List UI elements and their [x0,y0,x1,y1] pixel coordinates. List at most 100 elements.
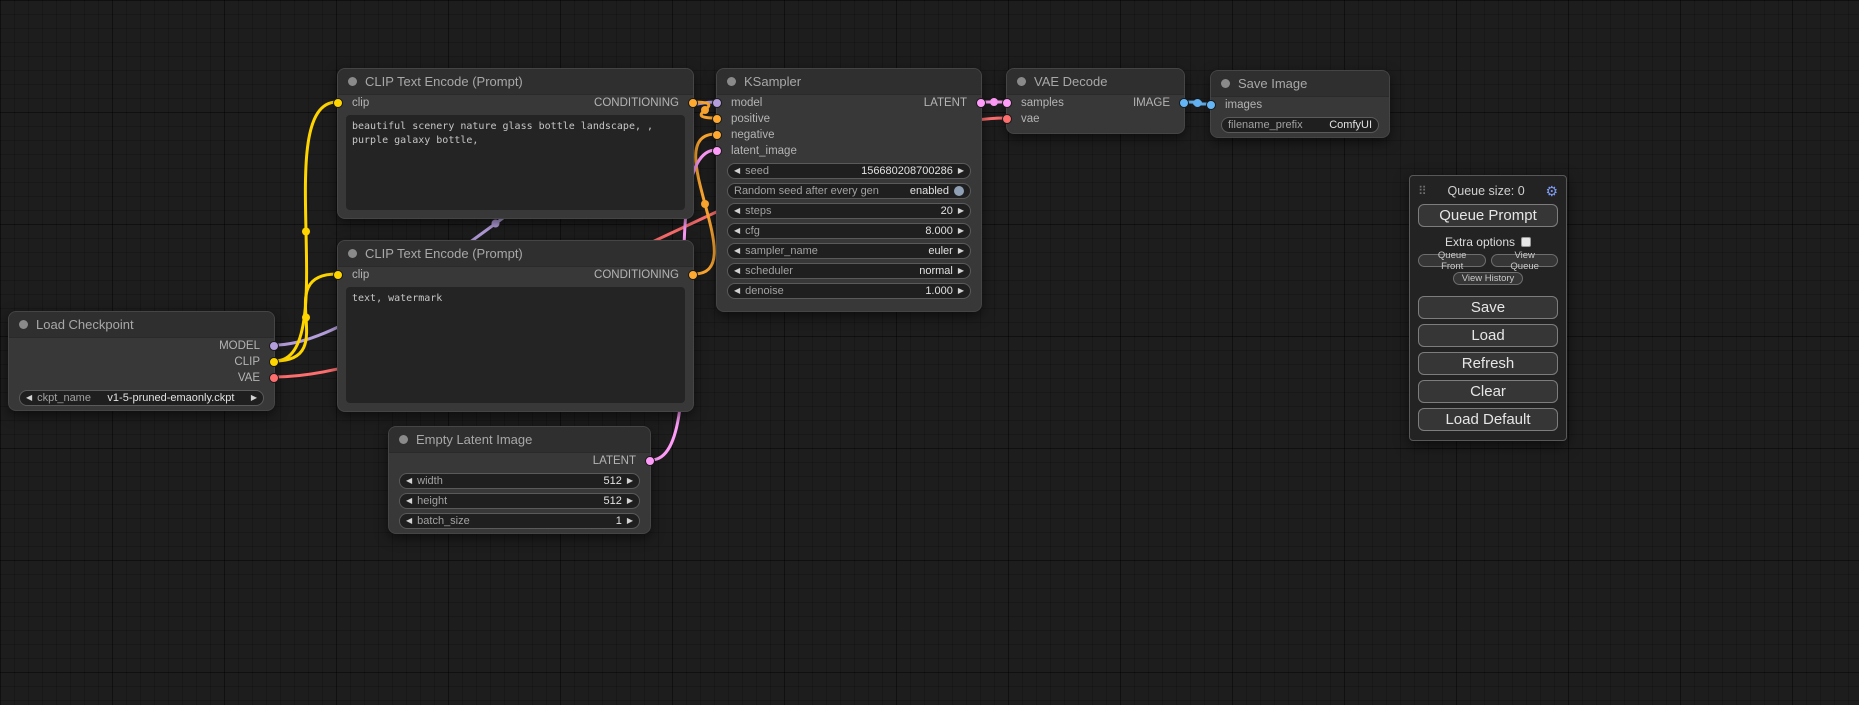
vae-input-port[interactable] [1002,114,1012,124]
input-label-clip: clip [352,269,369,281]
queue-small-buttons-row: Queue Front View Queue [1418,254,1558,267]
images-input-port[interactable] [1206,100,1216,110]
increment-arrow-icon[interactable] [958,167,964,175]
node-graph-canvas[interactable]: Load Checkpoint MODEL CLIP VAE ckpt_name… [0,0,1859,705]
model-output-port[interactable] [269,341,279,351]
refresh-button[interactable]: Refresh [1418,352,1558,375]
seed-number-widget[interactable]: seed 156680208700286 [727,163,971,179]
node-titlebar-ksampler[interactable]: KSampler [717,69,981,95]
scheduler-combo-widget[interactable]: scheduler normal [727,263,971,279]
height-number-widget[interactable]: height 512 [399,493,640,509]
node-titlebar-empty-latent[interactable]: Empty Latent Image [389,427,650,453]
queue-front-button[interactable]: Queue Front [1418,254,1486,267]
node-collapse-dot-icon[interactable] [348,249,357,258]
extra-options-checkbox[interactable] [1521,237,1531,247]
node-title: Load Checkpoint [36,317,134,332]
node-titlebar-clip-positive[interactable]: CLIP Text Encode (Prompt) [338,69,693,95]
input-label-negative: negative [731,129,774,141]
node-titlebar-save-image[interactable]: Save Image [1211,71,1389,97]
conditioning-output-port[interactable] [688,98,698,108]
width-number-widget[interactable]: width 512 [399,473,640,489]
clip-output-port[interactable] [269,357,279,367]
save-button[interactable]: Save [1418,296,1558,319]
clear-button[interactable]: Clear [1418,380,1558,403]
prev-value-arrow-icon[interactable] [26,394,32,402]
negative-prompt-textarea[interactable]: text, watermark [346,287,685,403]
decrement-arrow-icon[interactable] [406,477,412,485]
clip-input-port[interactable] [333,98,343,108]
port-row-model-latent: model LATENT [717,95,981,111]
prev-value-arrow-icon[interactable] [734,247,740,255]
widget-value: 512 [603,495,621,507]
node-titlebar-load-checkpoint[interactable]: Load Checkpoint [9,312,274,338]
input-label-samples: samples [1021,97,1064,109]
decrement-arrow-icon[interactable] [734,207,740,215]
port-row-negative: negative [717,127,981,143]
prev-value-arrow-icon[interactable] [734,267,740,275]
input-label-model: model [731,97,762,109]
view-history-button[interactable]: View History [1453,272,1524,285]
decrement-arrow-icon[interactable] [734,227,740,235]
latent-output-port[interactable] [645,456,655,466]
link-midpoint-dot [302,228,310,236]
increment-arrow-icon[interactable] [958,287,964,295]
increment-arrow-icon[interactable] [958,207,964,215]
samples-input-port[interactable] [1002,98,1012,108]
node-collapse-dot-icon[interactable] [348,77,357,86]
node-collapse-dot-icon[interactable] [1017,77,1026,86]
latent-output-port[interactable] [976,98,986,108]
increment-arrow-icon[interactable] [627,497,633,505]
latent-image-input-port[interactable] [712,146,722,156]
toggle-knob-icon[interactable] [954,186,964,196]
output-row-latent: LATENT [389,453,650,469]
output-label-clip: CLIP [234,356,260,368]
next-value-arrow-icon[interactable] [251,394,257,402]
model-input-port[interactable] [712,98,722,108]
link-midpoint-dot [302,314,310,322]
decrement-arrow-icon[interactable] [406,497,412,505]
filename-prefix-text-widget[interactable]: filename_prefix ComfyUI [1221,117,1379,133]
conditioning-output-port[interactable] [688,270,698,280]
node-collapse-dot-icon[interactable] [727,77,736,86]
positive-input-port[interactable] [712,114,722,124]
widget-value: 156680208700286 [861,165,953,177]
settings-gear-icon[interactable] [1545,184,1558,198]
view-queue-button[interactable]: View Queue [1491,254,1558,267]
denoise-number-widget[interactable]: denoise 1.000 [727,283,971,299]
node-collapse-dot-icon[interactable] [1221,79,1230,88]
load-default-button[interactable]: Load Default [1418,408,1558,431]
node-title: VAE Decode [1034,74,1107,89]
port-row-images: images [1211,97,1389,113]
widget-label: steps [745,205,771,217]
negative-input-port[interactable] [712,130,722,140]
decrement-arrow-icon[interactable] [406,517,412,525]
vae-output-port[interactable] [269,373,279,383]
positive-prompt-textarea[interactable]: beautiful scenery nature glass bottle la… [346,115,685,210]
node-collapse-dot-icon[interactable] [19,320,28,329]
clip-input-port[interactable] [333,270,343,280]
node-titlebar-clip-negative[interactable]: CLIP Text Encode (Prompt) [338,241,693,267]
sampler-name-combo-widget[interactable]: sampler_name euler [727,243,971,259]
node-titlebar-vae-decode[interactable]: VAE Decode [1007,69,1184,95]
random-seed-toggle-widget[interactable]: Random seed after every gen enabled [727,183,971,199]
steps-number-widget[interactable]: steps 20 [727,203,971,219]
decrement-arrow-icon[interactable] [734,287,740,295]
increment-arrow-icon[interactable] [958,227,964,235]
increment-arrow-icon[interactable] [627,517,633,525]
increment-arrow-icon[interactable] [627,477,633,485]
ckpt-name-combo-widget[interactable]: ckpt_name v1-5-pruned-emaonly.ckpt [19,390,264,406]
batch-size-number-widget[interactable]: batch_size 1 [399,513,640,529]
cfg-number-widget[interactable]: cfg 8.000 [727,223,971,239]
next-value-arrow-icon[interactable] [958,247,964,255]
node-collapse-dot-icon[interactable] [399,435,408,444]
link-midpoint-dot [990,98,998,106]
output-label-image: IMAGE [1133,97,1170,109]
queue-prompt-button[interactable]: Queue Prompt [1418,204,1558,227]
widget-label: sampler_name [745,245,818,257]
load-button[interactable]: Load [1418,324,1558,347]
widget-label: cfg [745,225,760,237]
decrement-arrow-icon[interactable] [734,167,740,175]
next-value-arrow-icon[interactable] [958,267,964,275]
drag-handle-icon[interactable] [1418,184,1427,198]
image-output-port[interactable] [1179,98,1189,108]
